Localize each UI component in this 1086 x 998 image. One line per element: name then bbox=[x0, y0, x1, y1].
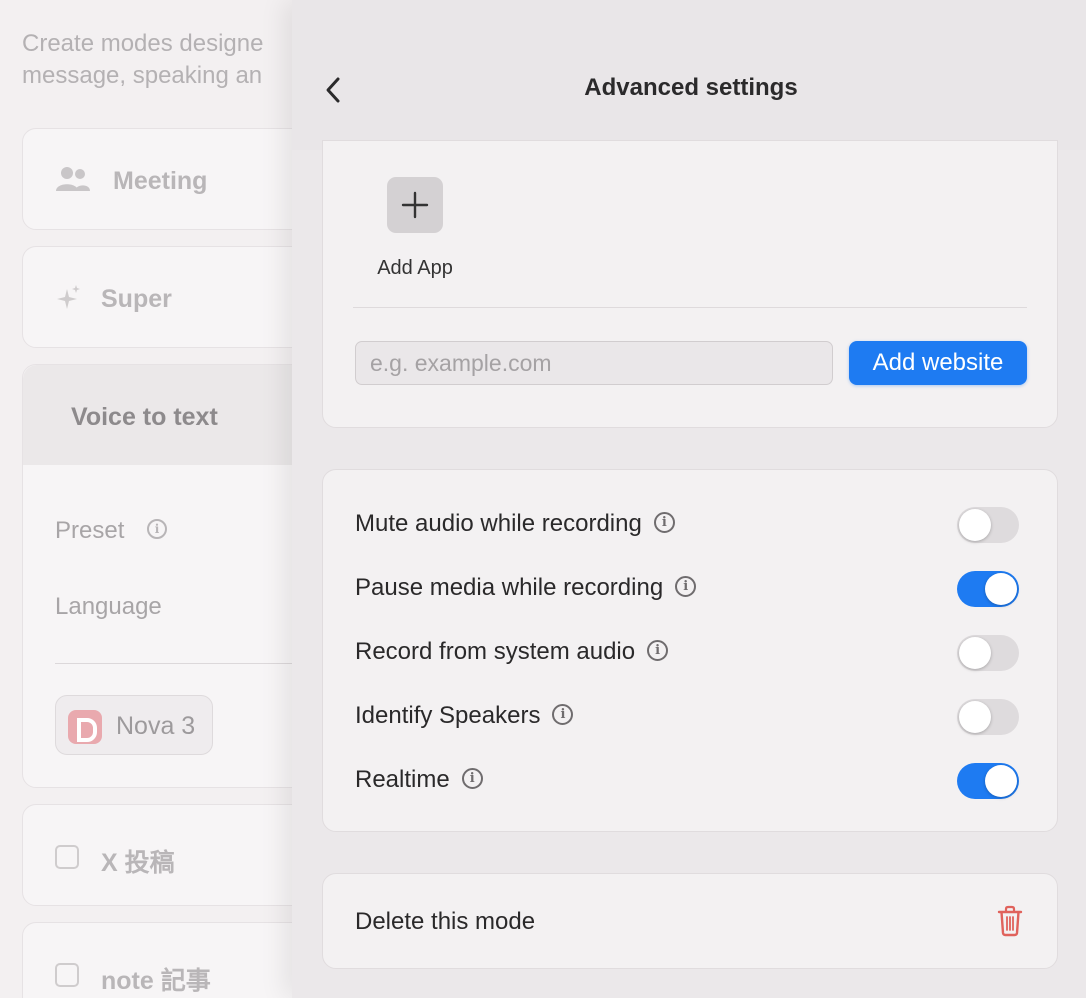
mode-label-meeting: Meeting bbox=[113, 167, 208, 195]
setting-row-identify-speakers: Identify Speakers i bbox=[323, 693, 1059, 741]
delete-mode-card[interactable]: Delete this mode bbox=[322, 873, 1058, 969]
plus-icon bbox=[401, 191, 429, 219]
toggle-knob bbox=[959, 637, 991, 669]
mode-description: Create modes designe message, speaking a… bbox=[22, 30, 264, 89]
page-title: Advanced settings bbox=[584, 74, 798, 101]
voice-card-title: Voice to text bbox=[71, 403, 218, 431]
apps-divider bbox=[353, 307, 1027, 308]
apps-card: Add App Add website bbox=[322, 140, 1058, 428]
sparkle-icon bbox=[57, 285, 80, 309]
deepgram-logo-icon bbox=[68, 710, 102, 744]
setting-row-realtime: Realtime i bbox=[323, 757, 1059, 805]
mode-card-voice-to-text[interactable]: Voice to text Preset i Language Nova 3 bbox=[22, 364, 322, 788]
panel-header: Advanced settings bbox=[292, 0, 1086, 150]
info-icon[interactable]: i bbox=[675, 576, 697, 598]
people-icon bbox=[56, 167, 90, 191]
advanced-settings-panel: Advanced settings Add App Add website Mu… bbox=[292, 0, 1086, 998]
language-label: Language bbox=[55, 593, 162, 620]
toggle-system-audio[interactable] bbox=[957, 635, 1019, 671]
setting-row-pause-media: Pause media while recording i bbox=[323, 565, 1059, 613]
checkbox-icon bbox=[55, 963, 79, 987]
add-app-button[interactable] bbox=[387, 177, 443, 233]
setting-label: Realtime bbox=[355, 766, 450, 793]
toggle-knob bbox=[985, 573, 1017, 605]
setting-label: Identify Speakers bbox=[355, 702, 541, 729]
recording-options-card: Mute audio while recording i Pause media … bbox=[322, 469, 1058, 832]
info-icon[interactable]: i bbox=[552, 704, 574, 726]
info-icon[interactable]: i bbox=[461, 768, 483, 790]
toggle-knob bbox=[959, 509, 991, 541]
model-chip[interactable]: Nova 3 bbox=[55, 695, 213, 755]
setting-label: Mute audio while recording bbox=[355, 510, 642, 537]
mode-card-meeting[interactable]: Meeting bbox=[22, 128, 322, 230]
info-icon[interactable]: i bbox=[647, 640, 669, 662]
delete-mode-label: Delete this mode bbox=[355, 908, 536, 935]
mode-label-note: note 記事 bbox=[101, 967, 211, 995]
add-app-label: Add App bbox=[377, 257, 453, 279]
trash-icon[interactable] bbox=[995, 904, 1025, 938]
toggle-mute-audio[interactable] bbox=[957, 507, 1019, 543]
setting-label: Pause media while recording bbox=[355, 574, 664, 601]
preset-info-icon: i bbox=[147, 519, 167, 539]
setting-label: Record from system audio bbox=[355, 638, 636, 665]
mode-label-super: Super bbox=[101, 285, 172, 313]
toggle-knob bbox=[985, 765, 1017, 797]
toggle-knob bbox=[959, 701, 991, 733]
preset-label: Preset bbox=[55, 517, 125, 544]
setting-row-mute-audio: Mute audio while recording i bbox=[323, 501, 1059, 549]
toggle-realtime[interactable] bbox=[957, 763, 1019, 799]
voice-card-divider bbox=[55, 663, 321, 664]
model-label: Nova 3 bbox=[116, 712, 196, 740]
mode-card-x-post[interactable]: X 投稿 bbox=[22, 804, 322, 906]
mode-card-super[interactable]: Super bbox=[22, 246, 322, 348]
setting-row-system-audio: Record from system audio i bbox=[323, 629, 1059, 677]
website-input[interactable] bbox=[355, 341, 833, 385]
add-website-button[interactable]: Add website bbox=[849, 341, 1027, 385]
checkbox-icon bbox=[55, 845, 79, 869]
mode-card-note[interactable]: note 記事 bbox=[22, 922, 322, 998]
mode-label-x-post: X 投稿 bbox=[101, 849, 175, 877]
toggle-pause-media[interactable] bbox=[957, 571, 1019, 607]
info-icon[interactable]: i bbox=[653, 512, 675, 534]
toggle-identify-speakers[interactable] bbox=[957, 699, 1019, 735]
